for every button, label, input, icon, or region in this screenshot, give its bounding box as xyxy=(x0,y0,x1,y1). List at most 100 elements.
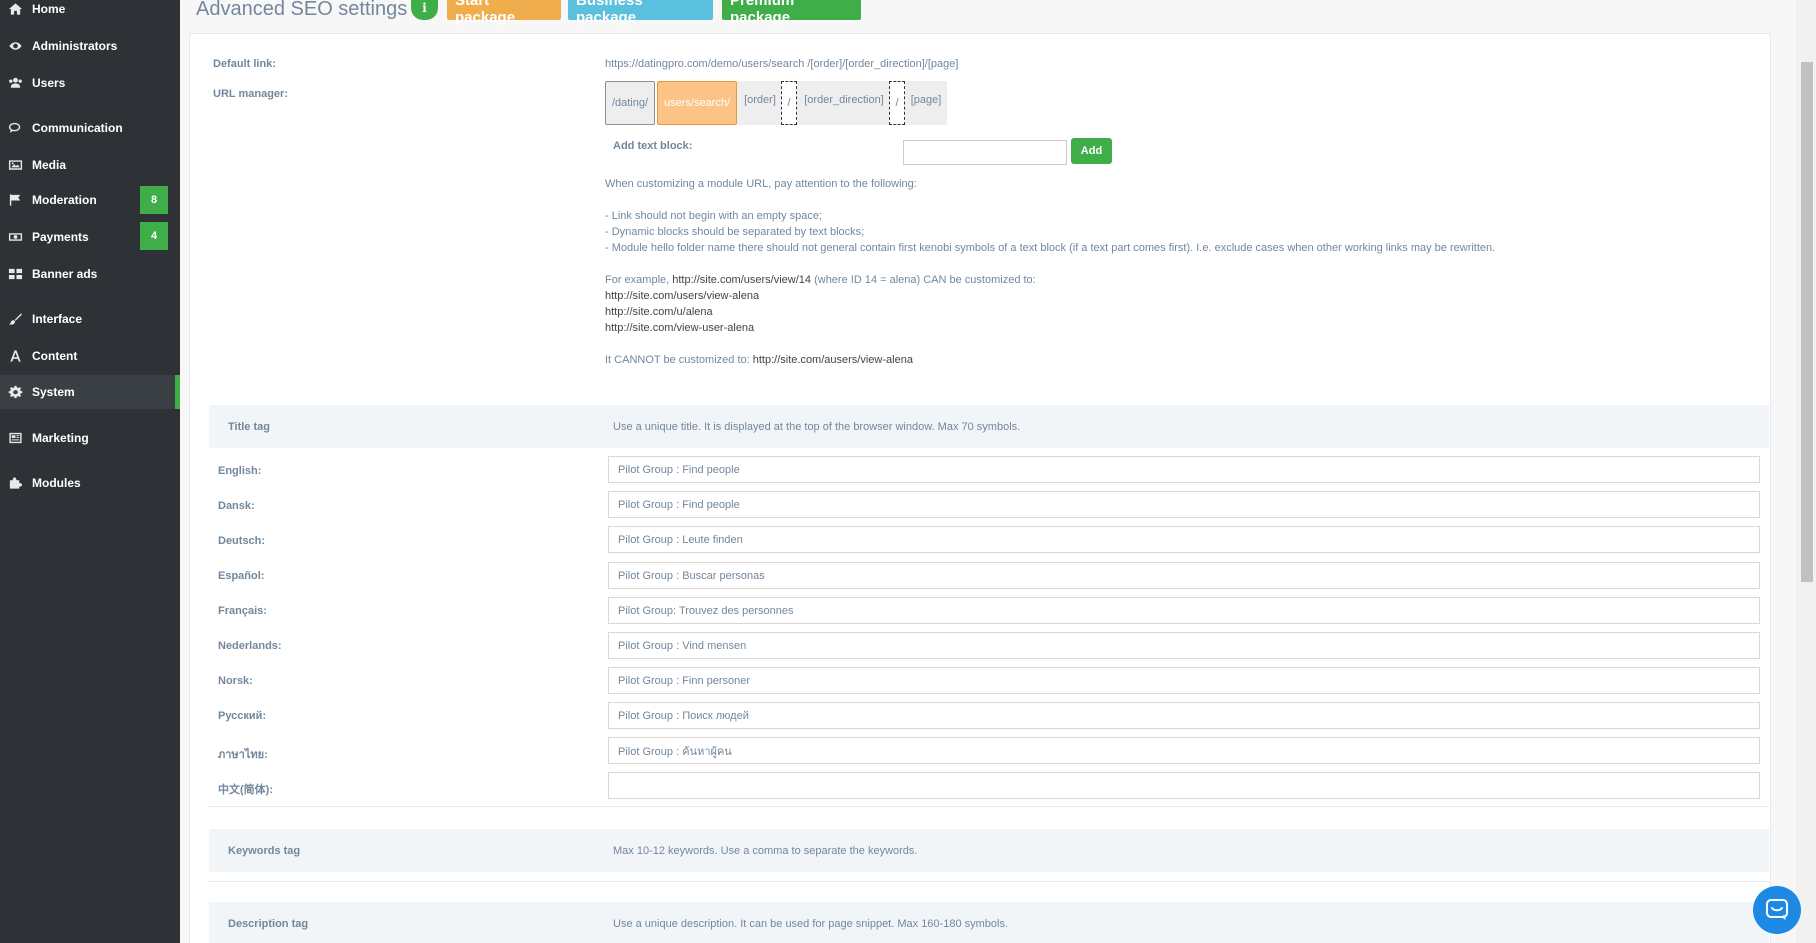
sidebar-item-moderation[interactable]: Moderation 8 xyxy=(0,183,180,217)
lang-label: English: xyxy=(218,465,262,477)
sidebar-item-system[interactable]: System xyxy=(0,375,180,409)
title-input-thai[interactable]: Pilot Group : ค้นหาผู้คน xyxy=(608,737,1760,764)
sidebar-item-label: Home xyxy=(32,2,66,16)
notes-intro: When customizing a module URL, pay atten… xyxy=(605,178,917,190)
lang-label: Français: xyxy=(218,605,267,617)
puzzle-icon xyxy=(7,476,23,490)
example-ok-link: http://site.com/u/alena xyxy=(605,306,713,318)
url-block-order-direction[interactable]: [order_direction] xyxy=(799,78,889,122)
payments-count-badge: 4 xyxy=(140,222,168,250)
title-input-english[interactable]: Pilot Group : Find people xyxy=(608,456,1760,483)
sidebar-item-communication[interactable]: Communication xyxy=(0,111,180,145)
sidebar-item-interface[interactable]: Interface xyxy=(0,302,180,336)
section-title: Title tag xyxy=(228,421,270,433)
grid-icon xyxy=(7,267,23,281)
sidebar-item-label: Communication xyxy=(32,121,123,135)
notes-rule: - Dynamic blocks should be separated by … xyxy=(605,226,865,238)
notes-example-prefix: For example, xyxy=(605,274,673,286)
sidebar-item-home[interactable]: Home xyxy=(0,0,180,26)
sidebar-item-label: Modules xyxy=(32,476,81,490)
add-text-block-input[interactable] xyxy=(903,140,1067,165)
section-description: Use a unique description. It can be used… xyxy=(613,918,1009,930)
scrollbar-thumb[interactable] xyxy=(1801,62,1813,582)
notes-rule: - Module hello folder name there should … xyxy=(605,242,1496,254)
sidebar-item-content[interactable]: Content xyxy=(0,339,180,373)
lang-label: Norsk: xyxy=(218,675,253,687)
users-icon xyxy=(7,76,23,90)
home-icon xyxy=(7,2,23,16)
chat-bubble-icon xyxy=(1766,899,1788,920)
url-block-order[interactable]: [order] xyxy=(740,78,780,122)
sidebar-item-marketing[interactable]: Marketing xyxy=(0,421,180,455)
url-block-dating[interactable]: /dating/ xyxy=(605,81,655,125)
example-ok-link: http://site.com/view-user-alena xyxy=(605,322,755,334)
lang-label: Русский: xyxy=(218,710,267,722)
notes-bad-example: It CANNOT be customized to: http://site.… xyxy=(605,354,913,366)
sidebar-item-modules[interactable]: Modules xyxy=(0,466,180,500)
title-input-russian[interactable]: Pilot Group : Поиск людей xyxy=(608,702,1760,729)
section-title: Description tag xyxy=(228,918,309,930)
lang-label: 中文(简体): xyxy=(218,784,273,796)
url-block-page[interactable]: [page] xyxy=(907,78,945,122)
url-block-separator[interactable]: / xyxy=(781,81,797,125)
url-block-separator[interactable]: / xyxy=(889,81,905,125)
start-package-button[interactable]: Start package xyxy=(447,0,561,26)
premium-package-button[interactable]: Premium package xyxy=(722,0,861,26)
add-button[interactable]: Add xyxy=(1071,138,1112,164)
image-icon xyxy=(7,158,23,172)
money-icon xyxy=(7,230,23,244)
sidebar-item-banner-ads[interactable]: Banner ads xyxy=(0,257,180,291)
sidebar-item-label: Administrators xyxy=(32,39,118,53)
page-title: Advanced SEO settings xyxy=(196,0,408,20)
section-title: Keywords tag xyxy=(228,845,301,857)
section-divider xyxy=(209,806,1769,807)
title-input-espanol[interactable]: Pilot Group : Buscar personas xyxy=(608,562,1760,589)
newspaper-icon xyxy=(7,431,23,445)
moderation-count-badge: 8 xyxy=(140,186,168,214)
sidebar-item-label: Users xyxy=(32,76,66,90)
title-input-dansk[interactable]: Pilot Group : Find people xyxy=(608,491,1760,518)
sidebar: Home Administrators Users Communication … xyxy=(0,0,180,943)
section-description: Use a unique title. It is displayed at t… xyxy=(613,421,1021,433)
lang-label: Dansk: xyxy=(218,500,255,512)
example-link: http://site.com/users/view/14 xyxy=(672,274,812,286)
title-input-francais[interactable]: Pilot Group: Trouvez des personnes xyxy=(608,597,1760,624)
lang-label: Español: xyxy=(218,570,265,582)
sidebar-item-media[interactable]: Media xyxy=(0,148,180,182)
lang-label: Deutsch: xyxy=(218,535,266,547)
sidebar-item-label: Marketing xyxy=(32,431,89,445)
brush-icon xyxy=(7,312,23,326)
sidebar-item-label: Content xyxy=(32,349,78,363)
title-input-chinese[interactable] xyxy=(608,772,1760,799)
title-tag-section: Title tag Use a unique title. It is disp… xyxy=(209,405,1769,448)
sidebar-item-payments[interactable]: Payments 4 xyxy=(0,220,180,254)
bad-example-link: http://site.com/ausers/view-alena xyxy=(752,354,913,366)
notes-bad-prefix: It CANNOT be customized to: xyxy=(605,354,753,366)
font-icon xyxy=(7,349,23,363)
eye-icon xyxy=(7,39,23,53)
info-button[interactable]: i xyxy=(411,0,438,20)
chat-widget-button[interactable] xyxy=(1753,886,1801,934)
flag-icon xyxy=(7,193,23,207)
description-tag-section: Description tag Use a unique description… xyxy=(209,902,1769,943)
lang-label: ภาษาไทย: xyxy=(218,749,268,761)
title-input-deutsch[interactable]: Pilot Group : Leute finden xyxy=(608,526,1760,553)
lang-label: Nederlands: xyxy=(218,640,282,652)
notes-rule: - Link should not begin with an empty sp… xyxy=(605,210,823,222)
keywords-tag-section: Keywords tag Max 10-12 keywords. Use a c… xyxy=(209,829,1769,872)
sidebar-item-administrators[interactable]: Administrators xyxy=(0,29,180,63)
url-block-users-search[interactable]: users/search/ xyxy=(657,81,737,125)
title-input-nederlands[interactable]: Pilot Group : Vind mensen xyxy=(608,632,1760,659)
business-package-button[interactable]: Business package xyxy=(568,0,713,26)
notes-example-suffix: (where ID 14 = alena) CAN be customized … xyxy=(811,274,1036,286)
title-input-norsk[interactable]: Pilot Group : Finn personer xyxy=(608,667,1760,694)
section-divider xyxy=(209,881,1769,882)
sidebar-item-label: Interface xyxy=(32,312,83,326)
gear-icon xyxy=(7,385,23,399)
sidebar-item-label: System xyxy=(32,385,75,399)
default-link-value: https://datingpro.com/demo/users/search … xyxy=(605,58,959,70)
sidebar-item-users[interactable]: Users xyxy=(0,66,180,100)
url-manager-label: URL manager: xyxy=(213,88,288,100)
notes-example: For example, http://site.com/users/view/… xyxy=(605,274,1036,286)
add-text-block-label: Add text block: xyxy=(613,140,693,152)
